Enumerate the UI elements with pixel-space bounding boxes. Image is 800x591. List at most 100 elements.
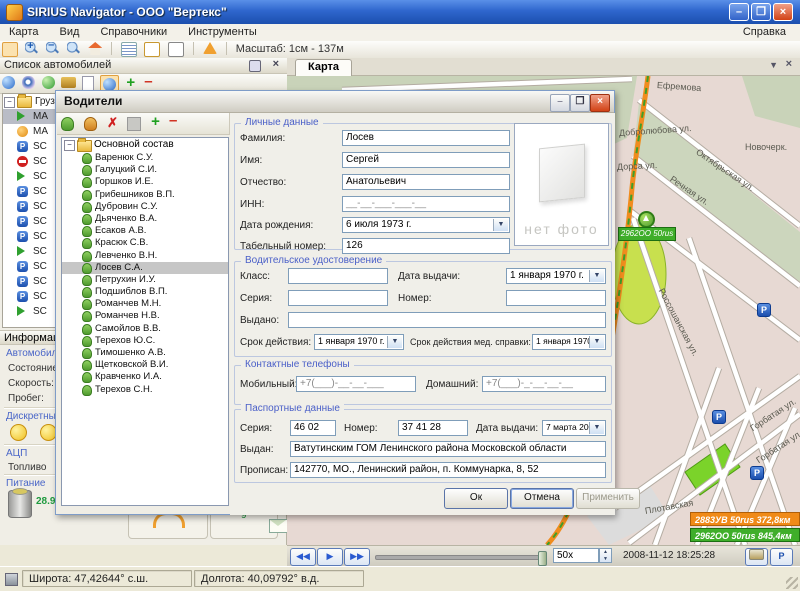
driver-tree-item[interactable]: Горшков И.Е. — [62, 176, 228, 188]
driver-tree-item[interactable]: Романчев Н.В. — [62, 310, 228, 322]
parking-marker-icon[interactable]: P — [712, 410, 726, 424]
passport-number-input[interactable]: 37 41 28 — [398, 420, 468, 436]
collapse-icon[interactable]: − — [64, 140, 75, 151]
driver-tree-item[interactable]: Левченко В.Н. — [62, 250, 228, 262]
driver-tree-item[interactable]: Кравченко И.А. — [62, 371, 228, 383]
driver-tree-item[interactable]: Подшиблов В.П. — [62, 286, 228, 298]
add-icon[interactable]: + — [126, 75, 135, 90]
select-area-icon[interactable] — [168, 42, 184, 57]
driver-tree-root[interactable]: − Основной состав — [62, 138, 228, 152]
driver-tree-item[interactable]: Тимошенко А.В. — [62, 347, 228, 359]
chevron-down-icon[interactable]: ▼ — [769, 60, 778, 70]
dialog-title-bar[interactable]: Водители – ❐ × — [56, 91, 614, 113]
step-forward-icon[interactable]: ▶▶ — [344, 548, 370, 566]
driver-tree-item[interactable]: Самойлов В.В. — [62, 323, 228, 335]
license-valid-combo[interactable]: 1 января 1970 г.▼ — [314, 334, 404, 350]
menu-karta[interactable]: Карта — [0, 24, 47, 40]
driver-tree-item[interactable]: Петрухин И.У. — [62, 274, 228, 286]
remove-group-icon[interactable]: – — [169, 114, 177, 127]
delete-driver-icon[interactable]: ✗ — [107, 115, 118, 131]
chevron-down-icon[interactable]: ▼ — [589, 422, 604, 434]
driver-tree-item[interactable]: Дубровин С.У. — [62, 201, 228, 213]
restore-button[interactable]: ❐ — [751, 3, 771, 21]
list-icon[interactable] — [121, 42, 137, 57]
dialog-close-button[interactable]: × — [590, 94, 610, 112]
speed-input[interactable]: 50x — [553, 548, 599, 563]
surname-input[interactable]: Лосев — [342, 130, 510, 146]
zoom-out-icon[interactable] — [46, 42, 60, 55]
dialog-minimize-button[interactable]: – — [550, 94, 570, 112]
step-back-icon[interactable]: ◀◀ — [290, 548, 316, 566]
driver-tree-item[interactable]: Галуцкий С.И. — [62, 164, 228, 176]
truck-icon[interactable] — [61, 77, 76, 88]
menu-vid[interactable]: Вид — [51, 24, 89, 40]
envelope-icon[interactable] — [269, 519, 288, 533]
resize-grip[interactable] — [786, 577, 798, 589]
edit-icon[interactable] — [144, 42, 160, 57]
license-issue-combo[interactable]: 1 января 1970 г.▼ — [506, 268, 606, 284]
parking-toggle-button[interactable]: P — [770, 548, 793, 566]
chevron-down-icon[interactable]: ▼ — [589, 336, 604, 348]
globe-green-icon[interactable] — [42, 76, 55, 89]
chevron-down-icon[interactable]: ▼ — [493, 219, 508, 231]
license-series-input[interactable] — [288, 290, 388, 306]
globe-icon[interactable] — [2, 76, 15, 89]
timeline-slider[interactable] — [375, 555, 545, 560]
parking-marker-icon[interactable]: P — [750, 466, 764, 480]
driver-tree-item[interactable]: Дьяченко В.А. — [62, 213, 228, 225]
driver-tree-item[interactable]: Терехов С.Н. — [62, 384, 228, 396]
driver-tree-item[interactable]: Лосев С.А. — [62, 262, 228, 274]
driver-tree-item[interactable]: Варенюк С.У. — [62, 152, 228, 164]
inn-input[interactable]: __-__-___-___-__ — [342, 196, 510, 212]
cancel-button[interactable]: Отмена — [510, 488, 574, 509]
home-phone-input[interactable]: +7(___)-_-__-__-__ — [482, 376, 606, 392]
firstname-input[interactable]: Сергей — [342, 152, 510, 168]
measure-icon[interactable] — [203, 42, 217, 54]
speed-spinner[interactable]: ▲▼ — [599, 548, 612, 563]
menu-instrumenty[interactable]: Инструменты — [179, 24, 266, 40]
parking-marker-icon[interactable]: P — [757, 303, 771, 317]
driver-tree-item[interactable]: Щетковской В.И. — [62, 359, 228, 371]
dialog-maximize-button[interactable]: ❐ — [570, 94, 590, 112]
slider-thumb[interactable] — [538, 551, 547, 566]
collapse-icon[interactable]: − — [4, 97, 15, 108]
address-input[interactable]: 142770, МО., Ленинский район, п. Коммуна… — [290, 462, 606, 478]
save-icon[interactable] — [127, 117, 141, 131]
license-number-input[interactable] — [506, 290, 606, 306]
move-driver-icon[interactable] — [84, 117, 97, 131]
remove-icon[interactable]: – — [144, 75, 152, 88]
close-button[interactable]: × — [773, 3, 793, 21]
driver-tree-item[interactable]: Есаков А.В. — [62, 225, 228, 237]
add-driver-icon[interactable] — [61, 117, 74, 131]
patronymic-input[interactable]: Анатольевич — [342, 174, 510, 190]
home-icon[interactable] — [88, 42, 102, 55]
play-icon[interactable]: ▶ — [317, 548, 343, 566]
license-issued-by-input[interactable] — [288, 312, 606, 328]
pin-icon[interactable] — [249, 60, 261, 72]
zoom-in-icon[interactable] — [25, 42, 39, 55]
eye-icon[interactable] — [22, 76, 35, 89]
menu-spravka[interactable]: Справка — [739, 24, 790, 40]
report-icon[interactable] — [82, 76, 94, 91]
driver-tree-item[interactable]: Романчев М.Н. — [62, 298, 228, 310]
driver-tree-item[interactable]: Грибешников В.П. — [62, 189, 228, 201]
birthdate-combo[interactable]: 6 июля 1973 г.▼ — [342, 217, 510, 233]
snapshot-button[interactable] — [745, 548, 768, 566]
med-valid-combo[interactable]: 1 января 1970 г.▼ — [532, 334, 606, 350]
vehicle-marker-icon[interactable] — [638, 211, 655, 228]
add-group-icon[interactable]: + — [151, 114, 160, 129]
panel-close-icon[interactable]: × — [273, 58, 279, 70]
chevron-down-icon[interactable]: ▼ — [387, 336, 402, 348]
passport-series-input[interactable]: 46 02 — [290, 420, 336, 436]
driver-tree-item[interactable]: Терехов Ю.С. — [62, 335, 228, 347]
driver-tree-item[interactable]: Красюк С.В. — [62, 237, 228, 249]
chevron-down-icon[interactable]: ▼ — [589, 270, 604, 282]
map-close-icon[interactable]: × — [786, 58, 792, 70]
passport-issue-combo[interactable]: 7 марта 2002 г.▼ — [542, 420, 606, 436]
zoom-select-icon[interactable] — [67, 42, 81, 55]
class-input[interactable] — [288, 268, 388, 284]
minimize-button[interactable]: – — [729, 3, 749, 21]
passport-issued-by-input[interactable]: Ватутинским ГОМ Ленинского района Москов… — [290, 441, 606, 457]
mobile-input[interactable]: +7(___)-__-__-___ — [296, 376, 416, 392]
employee-number-input[interactable]: 126 — [342, 238, 510, 254]
